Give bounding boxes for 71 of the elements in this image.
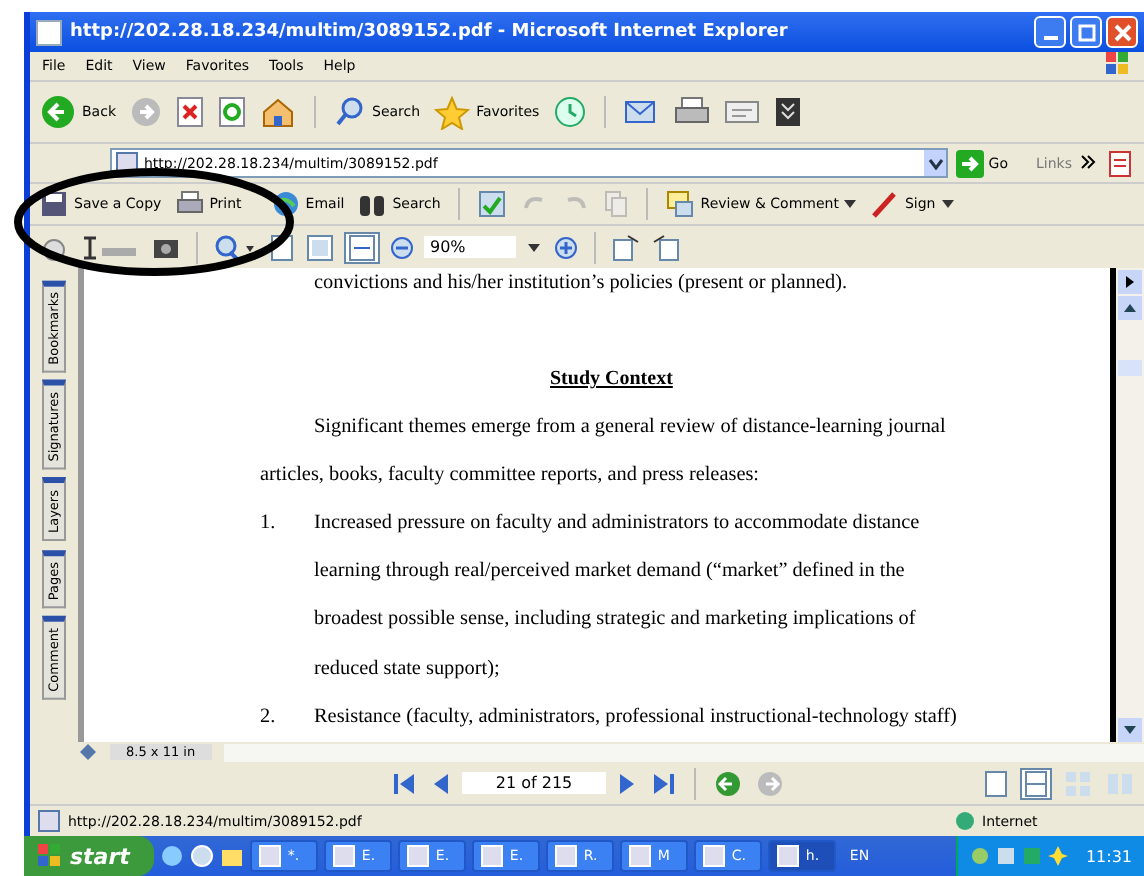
paragraph-line: Significant themes emerge from a general review of distance-learning journal <box>314 416 946 439</box>
maximize-icon <box>1077 23 1095 41</box>
refresh-icon[interactable] <box>216 96 248 128</box>
scroll-thumb[interactable] <box>1118 360 1142 376</box>
scroll-up-icon[interactable] <box>1118 296 1142 320</box>
tray-icon[interactable] <box>1047 846 1068 866</box>
pen-icon <box>870 190 899 218</box>
rotate-icon[interactable] <box>610 233 642 261</box>
history-icon[interactable] <box>551 96 588 128</box>
list-number: 2. <box>260 705 278 732</box>
caret-icon <box>844 200 857 208</box>
minimize-button[interactable] <box>1034 16 1066 48</box>
tray-icon[interactable] <box>995 846 1016 866</box>
list-number: 1. <box>260 512 278 539</box>
paragraph-line: broadest possible sense, including strategic and marketing implications of <box>314 608 916 631</box>
binoculars-icon <box>358 190 387 218</box>
paragraph-line: convictions and his/her institution’s policies (present or planned). <box>314 272 848 294</box>
caret-icon <box>941 200 954 208</box>
window-icon <box>627 844 652 868</box>
back-icon[interactable] <box>712 769 744 797</box>
continuous-page-icon[interactable] <box>1020 767 1052 799</box>
single-page-icon[interactable] <box>982 769 1010 797</box>
rotate-icon[interactable] <box>650 233 682 261</box>
window-icon <box>405 844 430 868</box>
paragraph-line: articles, books, faculty committee reports, and press releases: <box>260 464 760 487</box>
section-heading: Study Context <box>548 366 675 395</box>
close-icon <box>1113 23 1131 41</box>
folder-icon[interactable] <box>219 844 244 868</box>
zoom-in-icon[interactable] <box>212 233 260 261</box>
minimize-icon <box>1043 35 1057 39</box>
window-icon <box>553 844 578 868</box>
maximize-button[interactable] <box>1070 16 1102 48</box>
paragraph-line: Increased pressure on faculty and administrators to accommodate distance <box>314 512 920 539</box>
text-select-icon[interactable] <box>78 233 142 261</box>
clock: 11:31 <box>1085 847 1132 865</box>
printer-icon <box>175 190 204 218</box>
fit-page-icon[interactable] <box>304 233 336 261</box>
fit-width-icon[interactable] <box>344 231 380 263</box>
first-page-icon[interactable] <box>390 771 418 795</box>
spellcheck-icon[interactable] <box>476 190 509 218</box>
zoom-out-icon[interactable] <box>388 235 416 259</box>
page-icon <box>38 810 60 832</box>
home-icon[interactable] <box>258 96 298 128</box>
window-title: http://202.28.18.234/multim/3089152.pdf - Microsoft Internet Explorer <box>70 22 790 42</box>
window-icon <box>331 844 356 868</box>
dropdown-icon[interactable] <box>924 150 947 176</box>
start-button[interactable]: start <box>24 836 154 876</box>
paragraph-line: Resistance (faculty, administrators, professional instructional-technology staff) <box>314 705 957 732</box>
window-icon <box>775 844 800 868</box>
windows-logo-icon <box>36 842 64 870</box>
comment-icon <box>666 190 695 218</box>
window-icon <box>701 844 726 868</box>
page-number-field[interactable]: 21 of 215 <box>462 772 606 794</box>
arrow-icon <box>956 149 985 177</box>
scroll-down-icon[interactable] <box>1118 718 1142 742</box>
window-icon <box>479 844 504 868</box>
document-icon[interactable] <box>1104 149 1136 177</box>
dropdown-icon[interactable] <box>524 241 544 253</box>
star-icon <box>434 95 471 129</box>
window-icon <box>257 844 282 868</box>
zoom-field[interactable]: 90% <box>424 236 516 258</box>
chevron-icon[interactable] <box>1080 153 1096 173</box>
paragraph-line: reduced state support); <box>314 657 500 680</box>
last-page-icon[interactable] <box>650 771 678 795</box>
close-button[interactable] <box>1106 16 1138 48</box>
paragraph-line: learning through real/perceived market demand (“market” defined in the <box>314 560 905 583</box>
print-icon[interactable] <box>671 96 712 128</box>
edit-icon[interactable] <box>721 98 762 126</box>
search-icon <box>334 96 366 128</box>
page-icon <box>36 19 62 45</box>
stop-icon[interactable] <box>174 96 206 128</box>
